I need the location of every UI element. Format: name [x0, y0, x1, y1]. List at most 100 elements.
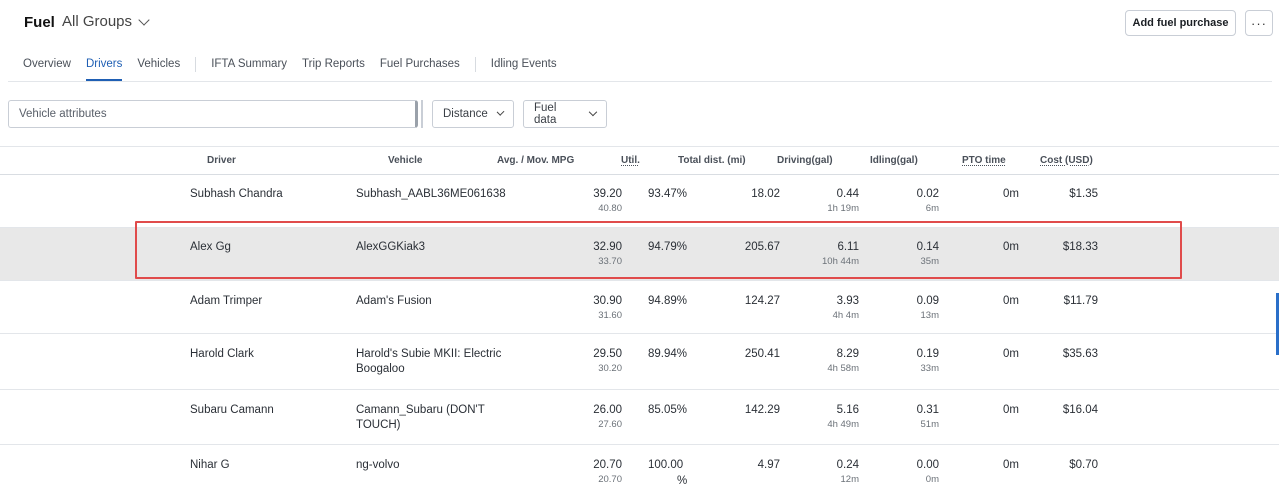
- driving-gallons: 0.44: [836, 188, 859, 200]
- column-header-total-distance[interactable]: Total dist. (mi): [678, 155, 746, 166]
- utilization: 89.94%: [648, 348, 688, 360]
- search-resize-handle: [421, 100, 423, 128]
- driving-time: 12m: [840, 474, 859, 485]
- vehicle-name: ng-volvo: [356, 459, 400, 471]
- moving-mpg: 20.70: [598, 474, 622, 485]
- table-row[interactable]: Adam Trimper Adam's Fusion 30.90 31.60 9…: [0, 281, 1279, 334]
- group-selector-label: All Groups: [62, 13, 133, 30]
- table-row[interactable]: Harold Clark Harold's Subie MKII: Electr…: [0, 334, 1279, 390]
- tab-idling-events[interactable]: Idling Events: [491, 58, 557, 81]
- tab-divider: [474, 57, 476, 72]
- tab-divider: [195, 57, 197, 72]
- add-fuel-purchase-button[interactable]: Add fuel purchase: [1125, 10, 1236, 36]
- total-distance: 4.97: [757, 459, 780, 471]
- avg-mpg: 32.90: [593, 241, 622, 253]
- moving-mpg: 33.70: [598, 256, 622, 267]
- table-row[interactable]: Alex Gg AlexGGKiak3 32.90 33.70 94.79% 2…: [0, 228, 1279, 281]
- chevron-down-icon: [496, 108, 505, 116]
- total-distance: 18.02: [751, 188, 780, 200]
- tab-bar: Overview Drivers Vehicles IFTA Summary T…: [23, 57, 572, 81]
- column-header-driving[interactable]: Driving(gal): [777, 155, 833, 166]
- table-row[interactable]: Nihar G ng-volvo 20.70 20.70 100.00 % 4.…: [0, 445, 1279, 493]
- driving-gallons: 8.29: [836, 348, 859, 360]
- vehicle-name-line2: Boogaloo: [356, 363, 405, 375]
- column-header-cost[interactable]: Cost (USD): [1040, 155, 1093, 166]
- moving-mpg: 27.60: [598, 419, 622, 430]
- idling-time: 6m: [925, 203, 939, 214]
- utilization: 94.89%: [648, 295, 688, 307]
- fuel-data-dropdown-label: Fuel data: [534, 102, 557, 126]
- driver-name: Harold Clark: [190, 348, 254, 360]
- avg-mpg: 29.50: [593, 348, 622, 360]
- idling-time: 35m: [920, 256, 939, 267]
- pto-time: 0m: [1003, 404, 1019, 416]
- driving-time: 4h 58m: [827, 363, 859, 374]
- fuel-data-dropdown[interactable]: Fuel data: [523, 100, 607, 128]
- idling-gallons: 0.14: [916, 241, 939, 253]
- vehicle-name: Adam's Fusion: [356, 295, 432, 307]
- driver-name: Subhash Chandra: [190, 188, 283, 200]
- driver-name: Alex Gg: [190, 241, 231, 253]
- total-distance: 142.29: [744, 404, 780, 416]
- vehicle-attributes-input[interactable]: [8, 100, 418, 128]
- driving-gallons: 0.24: [836, 459, 859, 471]
- fuel-cost: $16.04: [1062, 404, 1098, 416]
- column-header-driver[interactable]: Driver: [207, 155, 236, 166]
- moving-mpg: 31.60: [598, 310, 622, 321]
- tab-trip-reports[interactable]: Trip Reports: [302, 58, 365, 81]
- fuel-cost: $18.33: [1062, 241, 1098, 253]
- total-distance: 124.27: [744, 295, 780, 307]
- driving-gallons: 3.93: [836, 295, 859, 307]
- tab-drivers[interactable]: Drivers: [85, 58, 123, 81]
- idling-time: 51m: [920, 419, 939, 430]
- driving-time: 10h 44m: [822, 256, 859, 267]
- utilization-line2: %: [677, 475, 688, 487]
- tab-fuel-purchases[interactable]: Fuel Purchases: [380, 58, 460, 81]
- vehicle-name: Subhash_AABL36ME061638: [356, 188, 506, 200]
- vehicle-name: Harold's Subie MKII: Electric: [356, 348, 502, 360]
- idling-gallons: 0.02: [916, 188, 939, 200]
- vehicle-name-line2: TOUCH): [356, 419, 401, 431]
- page-title: Fuel: [24, 14, 55, 31]
- column-header-pto-time[interactable]: PTO time: [962, 155, 1006, 166]
- table-row[interactable]: Subaru Camann Camann_Subaru (DON'T TOUCH…: [0, 390, 1279, 445]
- column-header-vehicle[interactable]: Vehicle: [388, 155, 422, 166]
- idling-gallons: 0.00: [916, 459, 939, 471]
- utilization: 85.05%: [648, 404, 688, 416]
- total-distance: 205.67: [744, 241, 780, 253]
- tabs-divider-line: [8, 81, 1272, 82]
- table-row[interactable]: Subhash Chandra Subhash_AABL36ME061638 3…: [0, 175, 1279, 228]
- distance-dropdown[interactable]: Distance: [432, 100, 514, 128]
- table-top-border: [0, 146, 1279, 147]
- fuel-cost: $35.63: [1062, 348, 1098, 360]
- avg-mpg: 30.90: [593, 295, 622, 307]
- idling-time: 0m: [925, 474, 939, 485]
- total-distance: 250.41: [744, 348, 780, 360]
- avg-mpg: 20.70: [593, 459, 622, 471]
- idling-gallons: 0.09: [916, 295, 939, 307]
- tab-vehicles[interactable]: Vehicles: [137, 58, 180, 81]
- driving-time: 4h 4m: [832, 310, 859, 321]
- more-options-button[interactable]: ···: [1245, 10, 1273, 36]
- driver-name: Adam Trimper: [190, 295, 263, 307]
- group-selector[interactable]: All Groups: [62, 13, 150, 30]
- utilization: 93.47%: [648, 188, 688, 200]
- pto-time: 0m: [1003, 241, 1019, 253]
- moving-mpg: 40.80: [598, 203, 622, 214]
- tab-ifta-summary[interactable]: IFTA Summary: [211, 58, 287, 81]
- utilization: 100.00: [648, 459, 684, 471]
- fuel-cost: $1.35: [1069, 188, 1098, 200]
- driver-name: Subaru Camann: [190, 404, 274, 416]
- fuel-cost: $11.79: [1063, 295, 1098, 307]
- chevron-down-icon: [588, 107, 598, 117]
- driving-time: 1h 19m: [827, 203, 859, 214]
- chevron-down-icon: [138, 13, 150, 26]
- column-header-mpg[interactable]: Avg. / Mov. MPG: [497, 155, 574, 166]
- idling-gallons: 0.31: [916, 404, 939, 416]
- driving-time: 4h 49m: [827, 419, 859, 430]
- utilization: 94.79%: [648, 241, 688, 253]
- tab-overview[interactable]: Overview: [23, 58, 71, 81]
- column-header-idling[interactable]: Idling(gal): [870, 155, 918, 166]
- column-header-util[interactable]: Util.: [621, 155, 640, 166]
- idling-time: 13m: [920, 310, 939, 321]
